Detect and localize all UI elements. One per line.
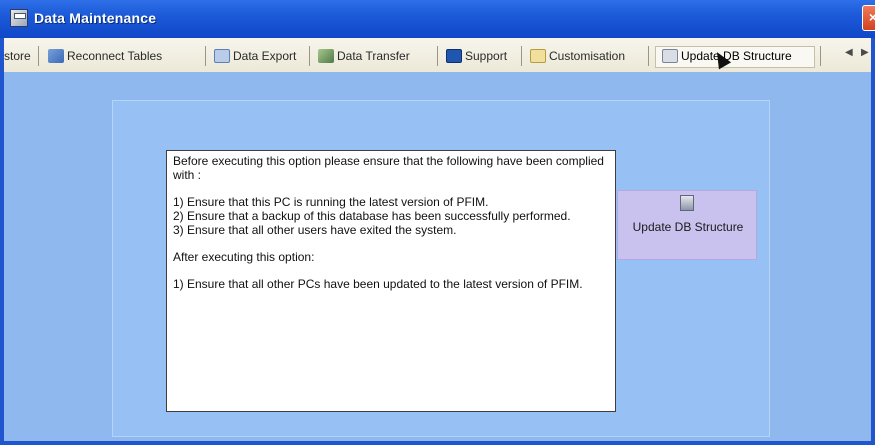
toolbar-separator (521, 46, 522, 66)
toolbar-separator (309, 46, 310, 66)
database-update-icon (680, 195, 694, 211)
scroll-left-icon[interactable]: ◀ (845, 47, 853, 58)
toolbar-separator (437, 46, 438, 66)
app-icon (10, 9, 28, 27)
toolbar-item-support[interactable]: Support (446, 47, 507, 65)
scroll-right-icon[interactable]: ▶ (861, 47, 869, 58)
update-db-structure-icon (662, 49, 678, 63)
title-bar[interactable]: Data Maintenance × (0, 0, 875, 38)
data-export-icon (214, 49, 230, 63)
toolbar-separator (820, 46, 821, 66)
notice-line: 3) Ensure that all other users have exit… (173, 223, 457, 237)
toolbar-item-customisation-label: Customisation (549, 49, 626, 63)
notice-line: Before executing this option please ensu… (173, 154, 604, 182)
toolbar-separator (205, 46, 206, 66)
customisation-icon (530, 49, 546, 63)
support-icon (446, 49, 462, 63)
update-db-structure-button[interactable]: Update DB Structure (617, 190, 757, 260)
update-db-structure-button-label: Update DB Structure (632, 220, 744, 234)
notice-line: 2) Ensure that a backup of this database… (173, 209, 571, 223)
toolbar-item-update-db-structure-label: Update DB Structure (681, 49, 792, 63)
content-area: Before executing this option please ensu… (4, 72, 871, 441)
notice-line: 1) Ensure that all other PCs have been u… (173, 277, 583, 291)
toolbar-item-data-export-label: Data Export (233, 49, 297, 63)
toolbar-item-reconnect-tables-label: Reconnect Tables (67, 49, 163, 63)
window-border-right (871, 38, 875, 445)
reconnect-tables-icon (48, 49, 64, 63)
toolbar-item-restore-label: store (4, 49, 31, 63)
toolbar: store Reconnect Tables Data Export Data … (0, 38, 875, 73)
toolbar-item-restore[interactable]: store (4, 47, 31, 65)
toolbar-item-support-label: Support (465, 49, 508, 63)
toolbar-separator (648, 46, 649, 66)
data-maintenance-window: Data Maintenance × store Reconnect Table… (0, 0, 875, 445)
notice-line: After executing this option: (173, 250, 315, 264)
toolbar-item-data-transfer-label: Data Transfer (337, 49, 410, 63)
toolbar-item-reconnect-tables[interactable]: Reconnect Tables (48, 47, 162, 65)
notice-line: 1) Ensure that this PC is running the la… (173, 195, 489, 209)
toolbar-item-data-transfer[interactable]: Data Transfer (318, 47, 410, 65)
data-transfer-icon (318, 49, 334, 63)
window-title: Data Maintenance (34, 10, 157, 26)
toolbar-separator (38, 46, 39, 66)
close-button[interactable]: × (862, 5, 875, 31)
window-border-bottom (0, 441, 875, 445)
notice-box: Before executing this option please ensu… (166, 150, 616, 412)
toolbar-item-customisation[interactable]: Customisation (530, 47, 625, 65)
toolbar-item-data-export[interactable]: Data Export (214, 47, 296, 65)
